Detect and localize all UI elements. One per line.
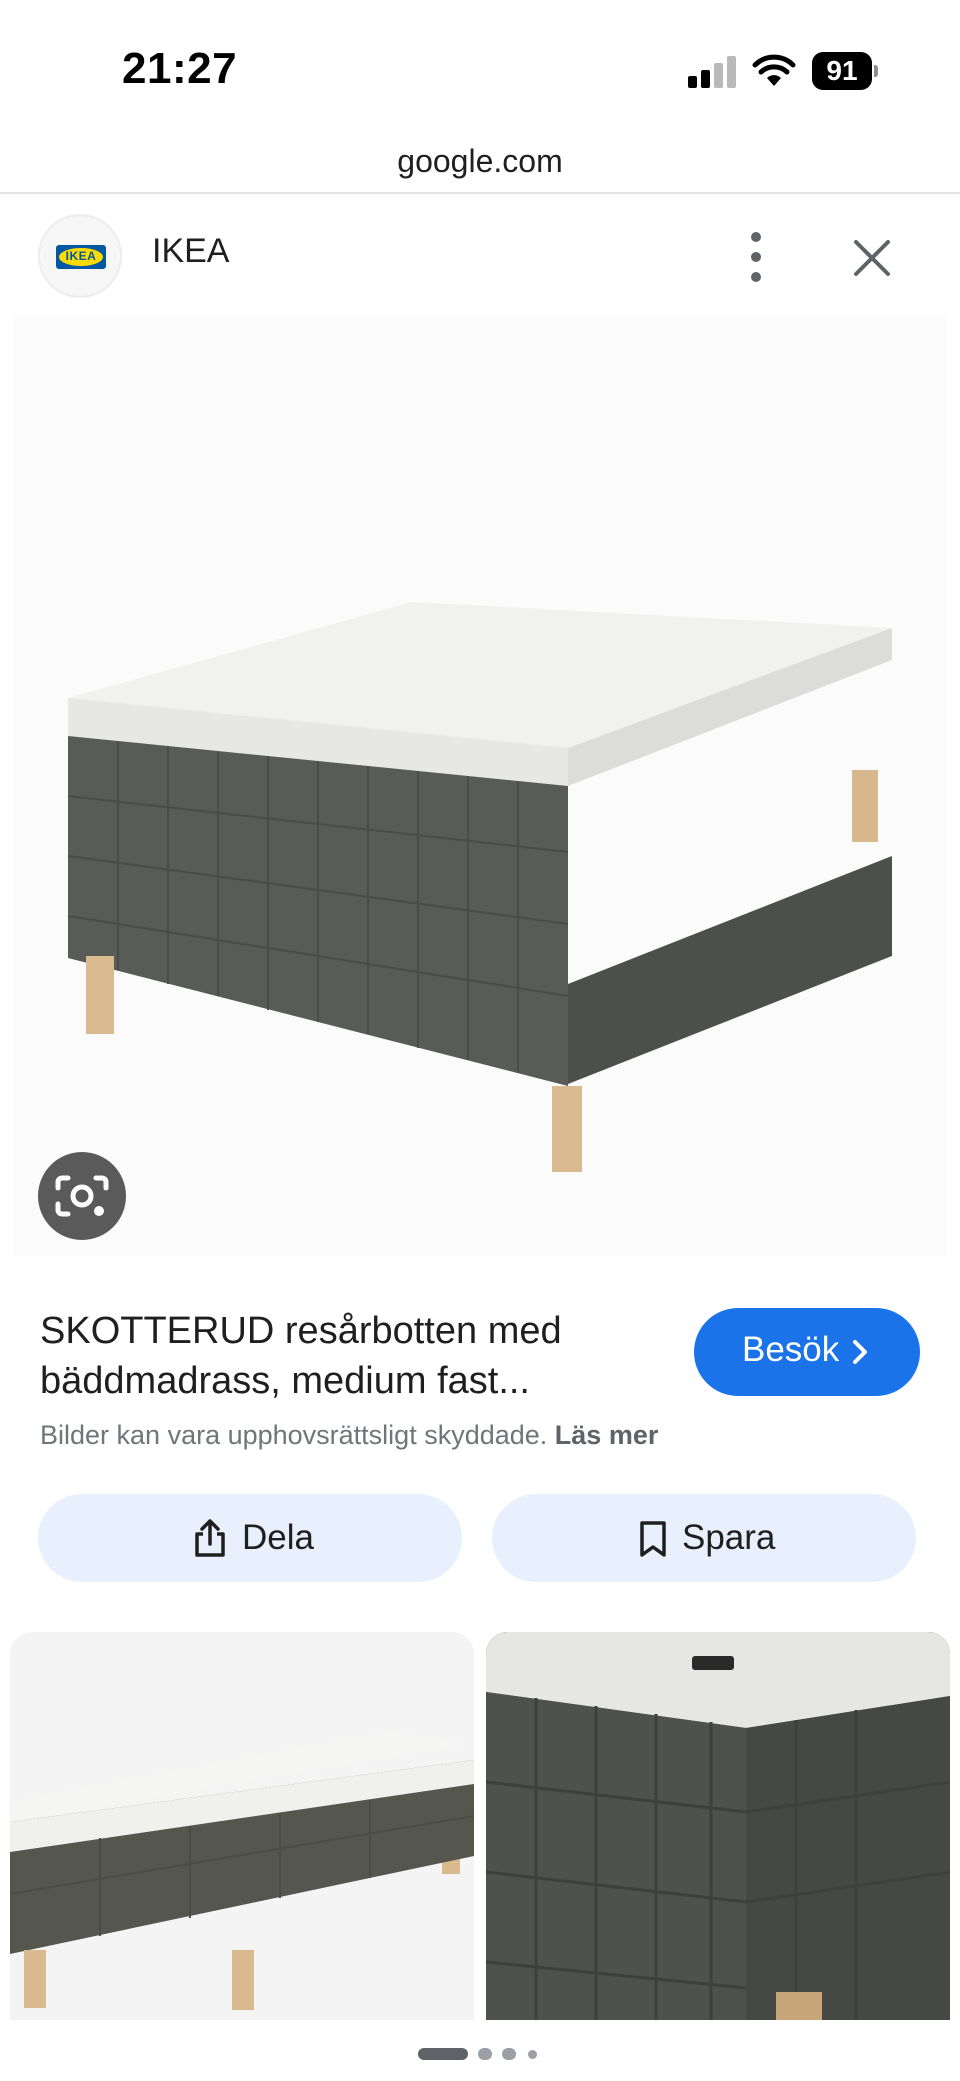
pager-dot: [502, 2048, 516, 2060]
close-icon[interactable]: [848, 234, 896, 282]
status-bar: 21:27 91: [0, 0, 960, 130]
bed-illustration: [67, 602, 892, 1172]
bed-thumbnail-illustration: [10, 1730, 474, 2010]
url-text: google.com: [397, 143, 563, 179]
battery-icon: 91: [812, 52, 878, 90]
cellular-signal-icon: [688, 56, 738, 88]
pager-dot-active: [418, 2048, 468, 2060]
product-image[interactable]: [14, 316, 946, 1256]
more-options-button[interactable]: [734, 230, 778, 284]
lens-icon: [55, 1175, 109, 1217]
google-lens-button[interactable]: [38, 1152, 126, 1240]
copyright-text: Bilder kan vara upphovsrättsligt skyddad…: [40, 1420, 548, 1450]
url-bar[interactable]: google.com: [0, 130, 960, 194]
source-name[interactable]: IKEA: [152, 232, 229, 271]
ikea-label-icon: [692, 1656, 734, 1670]
status-time: 21:27: [122, 44, 238, 93]
bed-corner-thumbnail-illustration: [486, 1632, 950, 2020]
pager-dot: [478, 2048, 492, 2060]
battery-level: 91: [812, 52, 872, 90]
save-label: Spara: [682, 1518, 776, 1557]
related-image-thumbnail[interactable]: [10, 1632, 474, 2020]
copyright-notice: Bilder kan vara upphovsrättsligt skyddad…: [40, 1420, 658, 1451]
visit-button[interactable]: Besök: [694, 1308, 920, 1396]
save-button[interactable]: Spara: [492, 1494, 916, 1582]
wifi-icon: [752, 54, 796, 86]
chevron-right-icon: [853, 1340, 867, 1364]
pager-dot: [528, 2050, 537, 2059]
visit-label: Besök: [742, 1330, 840, 1369]
bookmark-icon: [640, 1521, 666, 1557]
share-button[interactable]: Dela: [38, 1494, 462, 1582]
share-icon: [195, 1519, 225, 1557]
share-label: Dela: [242, 1518, 314, 1557]
source-logo[interactable]: IKEA: [38, 214, 122, 298]
image-pager[interactable]: [0, 2042, 960, 2062]
read-more-link[interactable]: Läs mer: [555, 1420, 659, 1450]
related-image-thumbnail[interactable]: [486, 1632, 950, 2020]
source-header: IKEA IKEA: [0, 214, 960, 298]
ikea-logo-icon: IKEA: [56, 245, 106, 269]
product-title: SKOTTERUD resårbotten med bäddmadrass, m…: [40, 1310, 562, 1402]
